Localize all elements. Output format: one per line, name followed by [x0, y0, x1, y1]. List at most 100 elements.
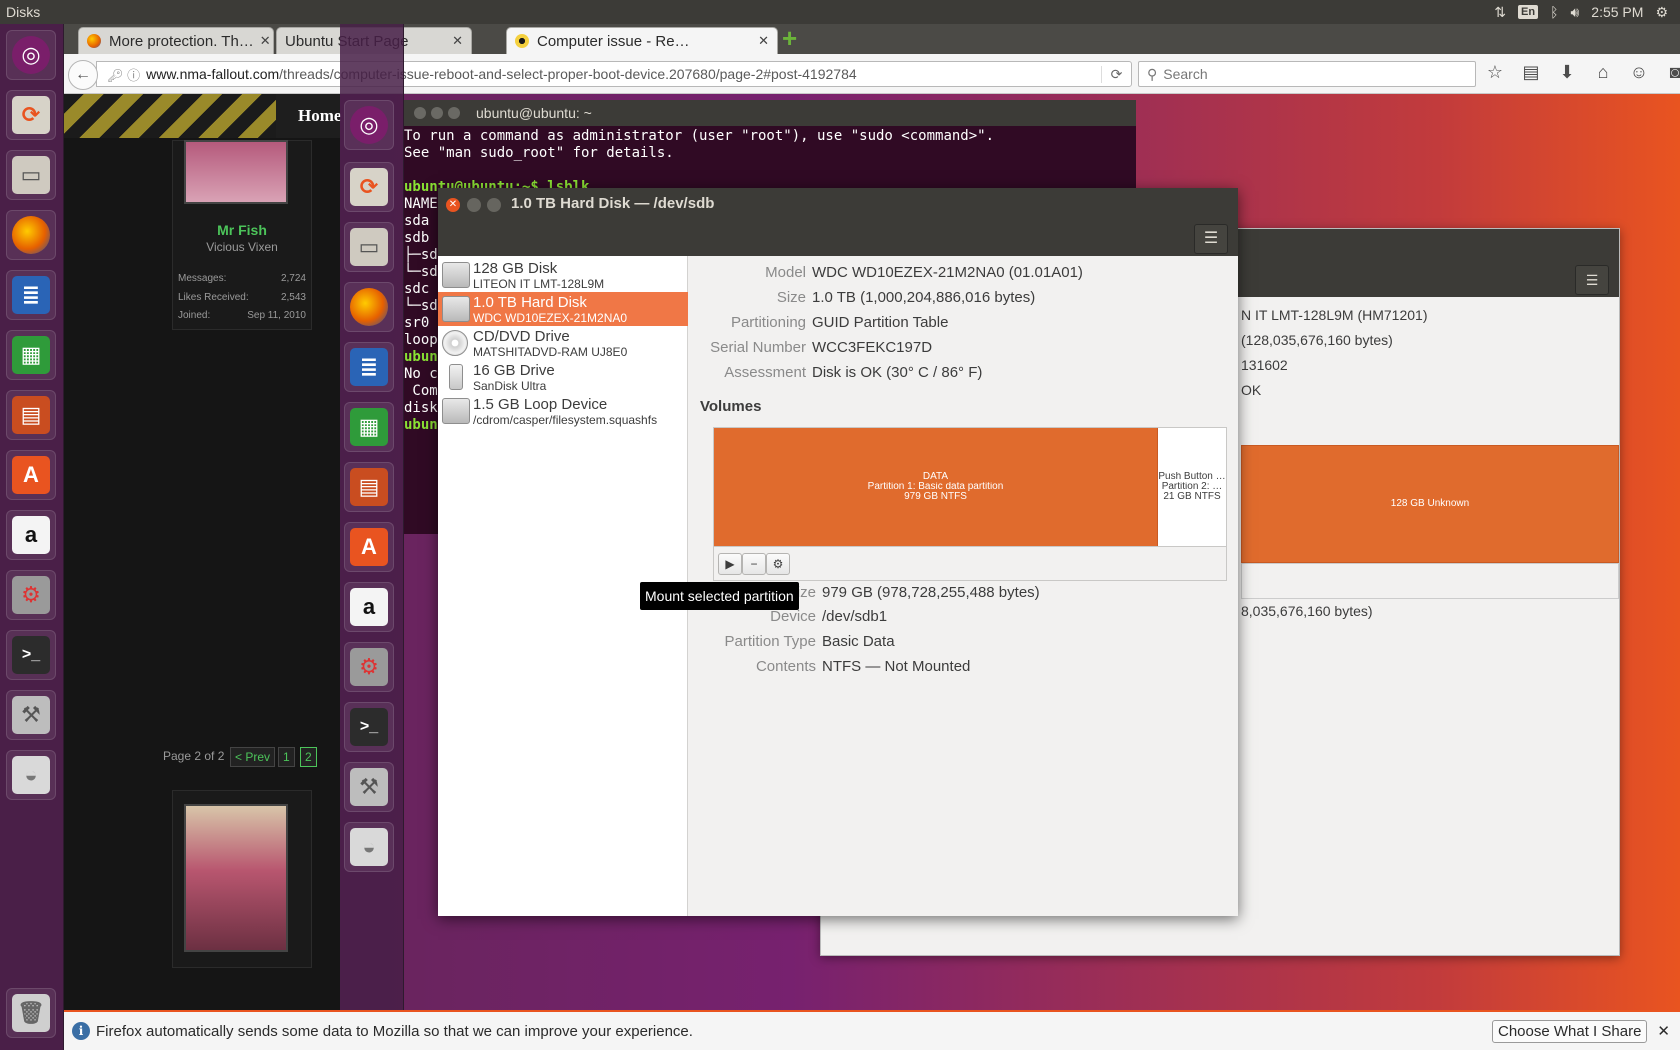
- back-button[interactable]: ←: [68, 60, 98, 90]
- poster-stat: Messages: 2,724: [178, 273, 306, 284]
- maximize-icon[interactable]: [487, 198, 501, 212]
- nma-favicon-icon: [515, 34, 529, 48]
- calc-icon[interactable]: ▦: [344, 402, 394, 452]
- close-tab-icon[interactable]: ✕: [254, 33, 271, 49]
- forum-home-link[interactable]: Home: [276, 94, 341, 138]
- writer-icon[interactable]: ≣: [344, 342, 394, 392]
- stat-value: Sep 11, 2010: [247, 310, 306, 321]
- device-item[interactable]: CD/DVD Drive MATSHITADVD-RAM UJ8E0: [438, 326, 688, 360]
- files-icon[interactable]: ▭: [6, 150, 56, 200]
- clock[interactable]: 2:55 PM: [1591, 4, 1643, 20]
- stat-label: Messages:: [178, 273, 227, 284]
- power-gear-icon[interactable]: ⚙: [1655, 4, 1668, 21]
- impress-icon[interactable]: ▤: [344, 462, 394, 512]
- disks-icon[interactable]: ⚒: [6, 690, 56, 740]
- software-center-icon[interactable]: A: [6, 450, 56, 500]
- choose-what-i-share-button[interactable]: Choose What I Share: [1492, 1019, 1648, 1043]
- pager-prev-link[interactable]: < Prev: [230, 747, 276, 767]
- firefox-icon[interactable]: [344, 282, 394, 332]
- poster-name[interactable]: Mr Fish: [172, 222, 312, 238]
- bluetooth-icon[interactable]: ᛒ: [1550, 4, 1558, 20]
- firefox-icon[interactable]: [6, 210, 56, 260]
- url-bar[interactable]: 🔑︎ ⓘ www.nma-fallout.com /threads/comput…: [96, 61, 1132, 87]
- device-item[interactable]: 16 GB Drive SanDisk Ultra: [438, 360, 688, 394]
- pocket-icon[interactable]: ◙: [1664, 62, 1680, 83]
- emoji-icon[interactable]: ☺: [1628, 62, 1650, 83]
- volume-icon[interactable]: 🔊︎: [1570, 4, 1579, 21]
- device-model: /cdrom/casper/filesystem.squashfs: [473, 413, 658, 427]
- system-settings-icon[interactable]: ⚙: [6, 570, 56, 620]
- maximize-icon[interactable]: [448, 107, 460, 119]
- close-tab-icon[interactable]: ✕: [752, 33, 769, 49]
- stat-label: Likes Received:: [178, 292, 249, 303]
- drive-icon[interactable]: ◒: [344, 822, 394, 872]
- device-name: 16 GB Drive: [473, 362, 555, 379]
- close-icon[interactable]: [414, 107, 426, 119]
- terminal-icon[interactable]: >_: [344, 702, 394, 752]
- software-center-icon[interactable]: A: [344, 522, 394, 572]
- poster-avatar[interactable]: [184, 804, 288, 952]
- menu-icon[interactable]: ☰: [1194, 224, 1228, 254]
- calc-icon[interactable]: ▦: [6, 330, 56, 380]
- software-updater-icon[interactable]: ⟳: [6, 90, 56, 140]
- keyboard-layout-indicator[interactable]: En: [1518, 5, 1539, 19]
- mount-play-icon[interactable]: ▶: [718, 553, 742, 575]
- detail-value: Basic Data: [822, 633, 895, 650]
- impress-icon[interactable]: ▤: [6, 390, 56, 440]
- pager-current-page[interactable]: 2: [300, 747, 317, 767]
- toolbar-icons: ☆ ▤ ⬇ ⌂ ☺ ◙ ☰: [1484, 62, 1680, 83]
- minimize-icon[interactable]: [467, 198, 481, 212]
- disks-icon[interactable]: ⚒: [344, 762, 394, 812]
- home-icon[interactable]: ⌂: [1592, 62, 1614, 83]
- notification-bar: i Firefox automatically sends some data …: [64, 1010, 1680, 1050]
- partition-block[interactable]: Push Button … Partition 2: … 21 GB NTFS: [1158, 428, 1226, 546]
- terminal-titlebar: ubuntu@ubuntu: ~: [404, 100, 1136, 126]
- detail-value: GUID Partition Table: [812, 314, 949, 331]
- close-icon[interactable]: ✕: [1657, 1022, 1670, 1040]
- pager-page-link[interactable]: 1: [278, 747, 295, 767]
- dash-home-icon[interactable]: ◎: [6, 30, 56, 80]
- reload-icon[interactable]: ⟳: [1101, 65, 1131, 83]
- partition-options-gear-icon[interactable]: ⚙: [766, 553, 790, 575]
- top-panel: Disks ⇅ En ᛒ 🔊︎ 2:55 PM ⚙: [0, 0, 1680, 24]
- drive-icon[interactable]: ◒: [6, 750, 56, 800]
- volume-bar[interactable]: 128 GB Unknown: [1241, 445, 1619, 563]
- device-item[interactable]: 128 GB Disk LITEON IT LMT-128L9M: [438, 258, 688, 292]
- software-updater-icon[interactable]: ⟳: [344, 162, 394, 212]
- menu-icon[interactable]: ☰: [1575, 265, 1609, 295]
- device-name: CD/DVD Drive: [473, 328, 570, 345]
- amazon-icon[interactable]: a: [344, 582, 394, 632]
- downloads-icon[interactable]: ⬇: [1556, 62, 1578, 83]
- search-input[interactable]: ⚲ Search: [1138, 61, 1476, 87]
- window-title: 1.0 TB Hard Disk — /dev/sdb: [511, 195, 715, 212]
- poster-avatar[interactable]: [184, 140, 288, 204]
- delete-partition-minus-icon[interactable]: −: [742, 553, 766, 575]
- minimize-icon[interactable]: [431, 107, 443, 119]
- disks-window[interactable]: ✕ 1.0 TB Hard Disk — /dev/sdb ☰ 128 GB D…: [438, 188, 1238, 916]
- network-transfer-icon[interactable]: ⇅: [1494, 4, 1506, 21]
- site-info-icon[interactable]: 🔑︎ ⓘ: [97, 65, 146, 84]
- browser-tab-active[interactable]: Computer issue - Re… ✕: [506, 27, 778, 54]
- amazon-icon[interactable]: a: [6, 510, 56, 560]
- close-tab-icon[interactable]: ✕: [446, 33, 463, 49]
- device-item[interactable]: 1.5 GB Loop Device /cdrom/casper/filesys…: [438, 394, 688, 428]
- writer-icon[interactable]: ≣: [6, 270, 56, 320]
- device-name: 1.0 TB Hard Disk: [473, 294, 587, 311]
- terminal-icon[interactable]: >_: [6, 630, 56, 680]
- launcher: ◎ ⟳ ▭ ≣ ▦ ▤ A a ⚙ >_ ⚒ ◒ 🗑︎: [0, 24, 64, 1050]
- files-icon[interactable]: ▭: [344, 222, 394, 272]
- trash-icon[interactable]: 🗑︎: [6, 988, 56, 1038]
- dash-home-icon[interactable]: ◎: [344, 100, 394, 150]
- tab-title: Computer issue - Re…: [537, 32, 690, 50]
- indicator-area: ⇅ En ᛒ 🔊︎ 2:55 PM ⚙: [1494, 4, 1680, 21]
- system-settings-icon[interactable]: ⚙: [344, 642, 394, 692]
- bookmark-star-icon[interactable]: ☆: [1484, 62, 1506, 83]
- close-icon[interactable]: ✕: [446, 198, 460, 212]
- new-tab-icon[interactable]: +: [782, 25, 804, 51]
- device-item-selected[interactable]: 1.0 TB Hard Disk WDC WD10EZEX-21M2NA0: [438, 292, 688, 326]
- reading-list-icon[interactable]: ▤: [1520, 62, 1542, 83]
- partition-block[interactable]: DATA Partition 1: Basic data partition 9…: [714, 428, 1158, 546]
- detail-value: 1.0 TB (1,000,204,886,016 bytes): [812, 289, 1036, 306]
- browser-tab[interactable]: More protection. Th… ✕: [78, 27, 274, 54]
- device-model: LITEON IT LMT-128L9M: [473, 277, 605, 291]
